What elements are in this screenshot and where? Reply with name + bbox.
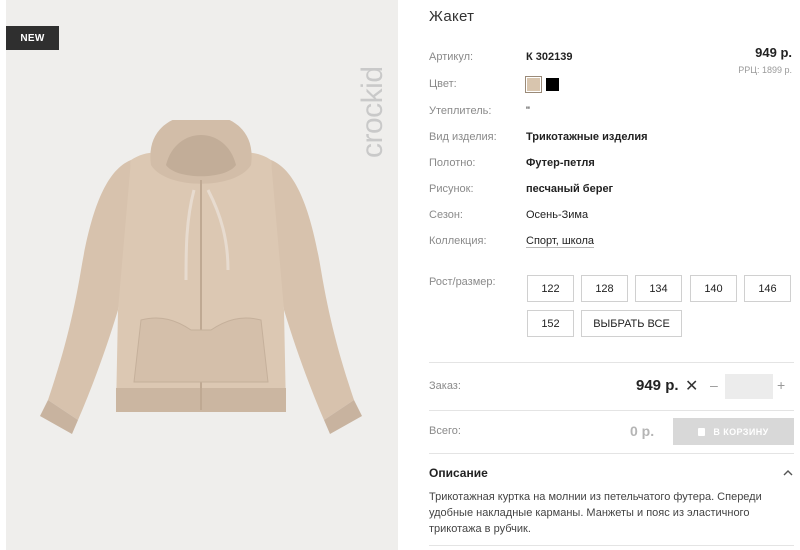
attr-color: Цвет: [429, 75, 563, 93]
quantity-input[interactable] [725, 374, 773, 399]
attr-label: Вид изделия: [429, 131, 497, 143]
add-to-cart-label: В КОРЗИНУ [713, 426, 769, 437]
order-label: Заказ: [429, 380, 461, 392]
attr-label: Утеплитель: [429, 105, 492, 117]
attr-value: " [526, 105, 530, 117]
add-to-cart-button[interactable]: В КОРЗИНУ [673, 418, 794, 445]
close-icon[interactable]: ✕ [685, 376, 698, 396]
recommended-retail-price: РРЦ: 1899 р. [738, 65, 792, 75]
attr-insulation: Утеплитель: " [429, 104, 530, 118]
attr-label: Полотно: [429, 157, 476, 169]
attr-collection: Коллекция: Спорт, школа [429, 234, 594, 248]
attr-value: Трикотажные изделия [526, 131, 648, 143]
size-option-122[interactable]: 122 [527, 275, 574, 302]
product-photo[interactable]: NEW crockid [6, 0, 398, 550]
collection-link[interactable]: Спорт, школа [526, 235, 594, 247]
new-badge: NEW [6, 26, 59, 50]
attr-value: Осень-Зима [526, 209, 589, 221]
attr-fabric: Полотно: Футер-петля [429, 156, 595, 170]
attr-pattern: Рисунок: песчаный берег [429, 182, 613, 196]
size-option-152[interactable]: 152 [527, 310, 574, 337]
product-price: 949 р. [755, 45, 792, 60]
attr-label: Цвет: [429, 78, 457, 90]
total-label: Всего: [429, 425, 461, 437]
product-title: Жакет [429, 8, 475, 25]
size-option-140[interactable]: 140 [690, 275, 737, 302]
order-price: 949 р. [636, 377, 679, 394]
attr-label: Коллекция: [429, 235, 487, 247]
size-option-146[interactable]: 146 [744, 275, 791, 302]
divider [429, 545, 794, 546]
quantity-decrease-button[interactable]: – [710, 377, 718, 393]
quantity-increase-button[interactable]: + [777, 377, 785, 393]
size-option-128[interactable]: 128 [581, 275, 628, 302]
attr-value: Футер-петля [526, 157, 595, 169]
size-label: Рост/размер: [429, 276, 496, 288]
total-price: 0 р. [630, 423, 655, 439]
size-label-row: Рост/размер: [429, 275, 526, 289]
attr-label: Рисунок: [429, 183, 474, 195]
attr-season: Сезон: Осень-Зима [429, 208, 588, 222]
color-swatch-black[interactable] [546, 77, 559, 91]
divider [429, 410, 794, 411]
description-title[interactable]: Описание [429, 466, 488, 480]
description-text: Трикотажная куртка на молнии из петельча… [429, 491, 762, 535]
attr-product-type: Вид изделия: Трикотажные изделия [429, 130, 648, 144]
attr-value: песчаный берег [526, 183, 614, 195]
attr-article: Артикул: К 302139 [429, 50, 572, 64]
jacket-image [40, 120, 362, 434]
attr-label: Сезон: [429, 209, 463, 221]
chevron-up-icon[interactable] [783, 468, 793, 478]
attr-label: Артикул: [429, 51, 474, 63]
attr-value: К 302139 [526, 51, 573, 63]
color-swatch-beige[interactable] [525, 75, 542, 93]
divider [429, 362, 794, 363]
divider [429, 453, 794, 454]
select-all-sizes-button[interactable]: ВЫБРАТЬ ВСЕ [581, 310, 682, 337]
size-option-134[interactable]: 134 [635, 275, 682, 302]
shopping-bag-icon [698, 427, 706, 436]
